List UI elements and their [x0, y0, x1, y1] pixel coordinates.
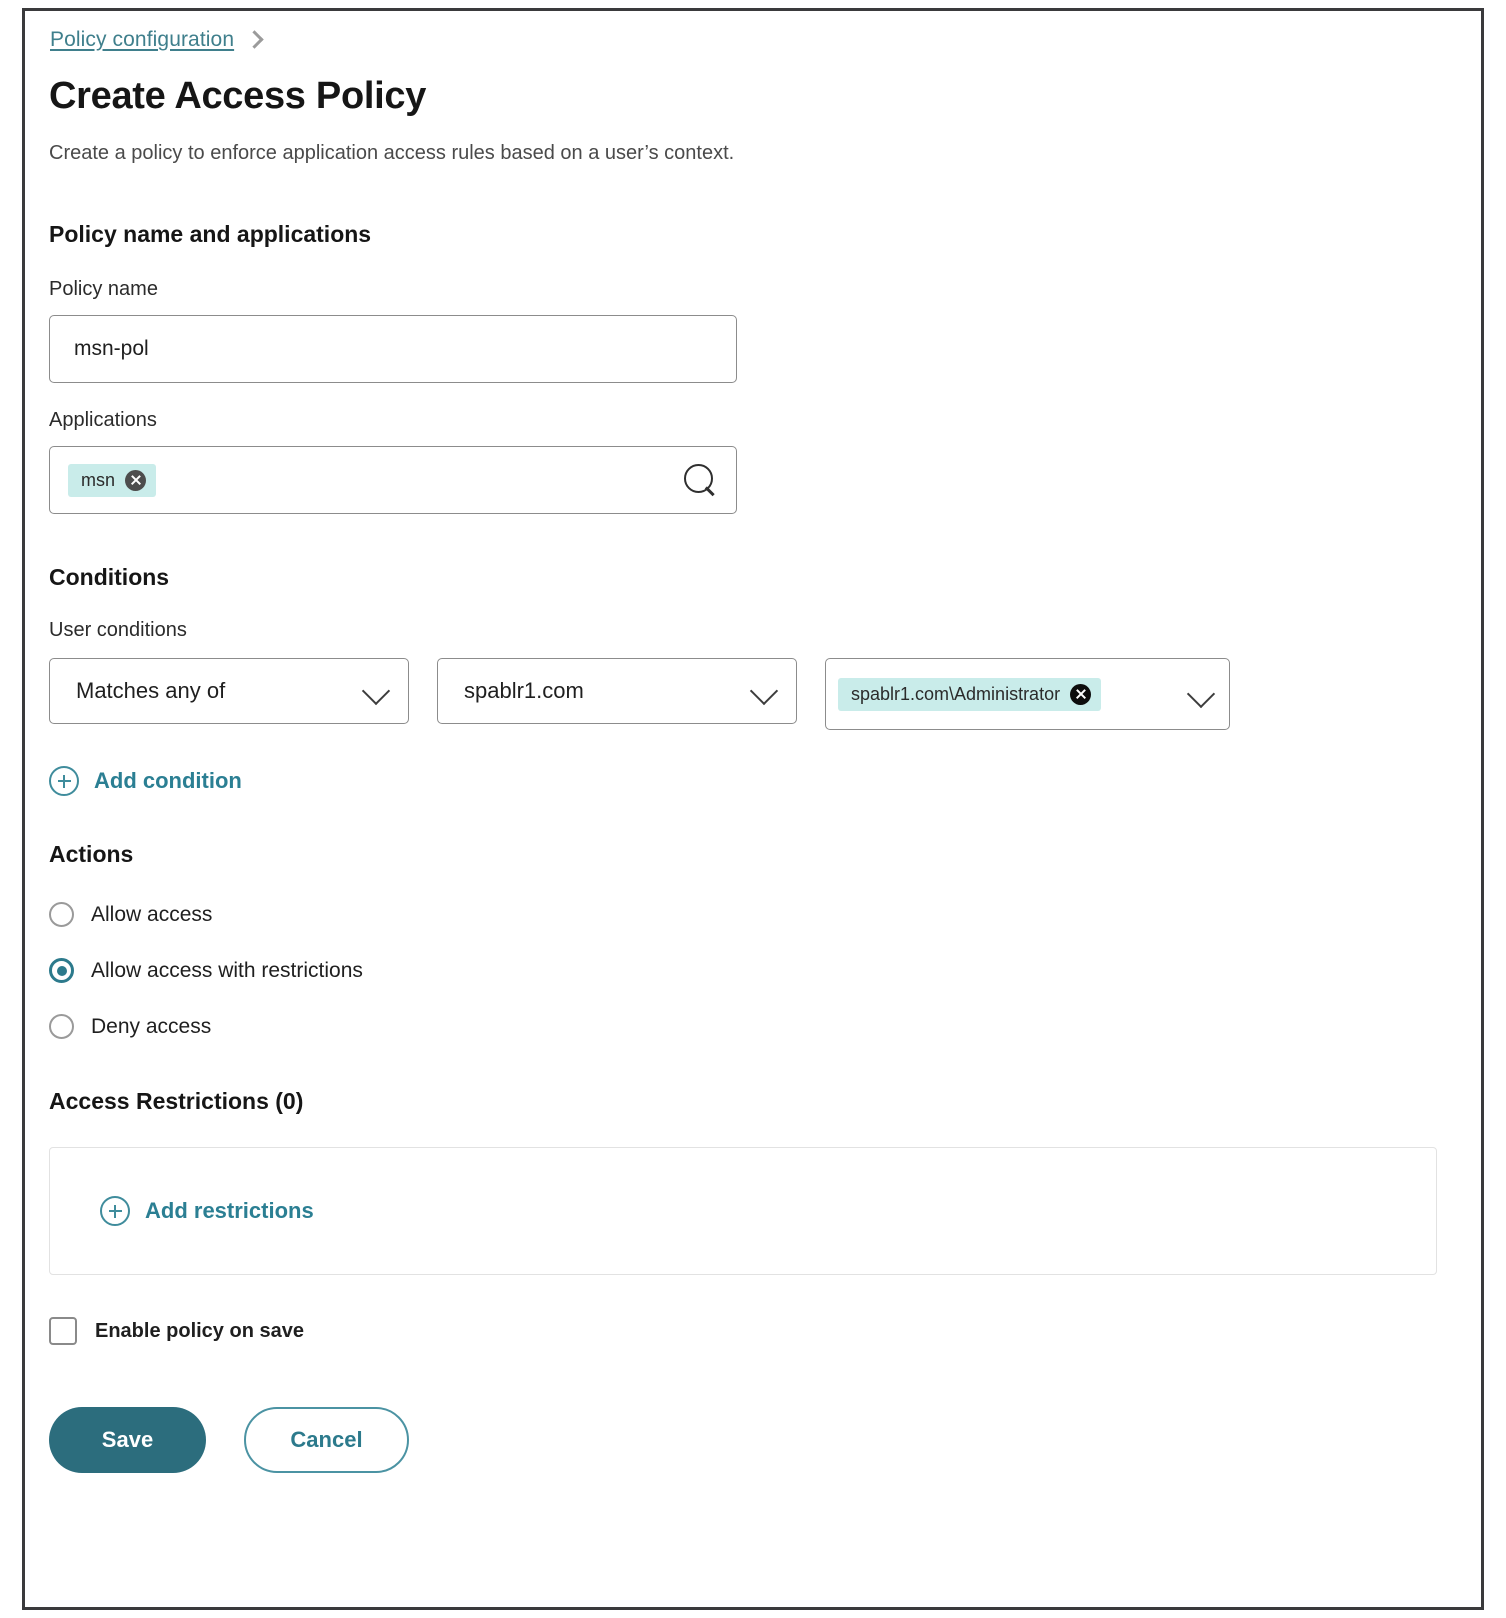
radio-allow-access-with-restrictions[interactable]: Allow access with restrictions: [49, 958, 1481, 983]
dialog-panel: Policy configuration Create Access Polic…: [22, 8, 1484, 1610]
chevron-down-icon: [1189, 682, 1213, 706]
radio-icon-selected: [49, 958, 74, 983]
dialog-content: Policy configuration Create Access Polic…: [49, 23, 1481, 1607]
policy-name-value: msn-pol: [74, 337, 149, 361]
condition-domain-select[interactable]: spablr1.com: [437, 658, 797, 724]
section-title-conditions: Conditions: [49, 564, 1481, 591]
enable-policy-on-save-row[interactable]: Enable policy on save: [49, 1317, 1481, 1345]
condition-match-select[interactable]: Matches any of: [49, 658, 409, 724]
application-chip-msn[interactable]: msn: [68, 464, 156, 497]
radio-allow-access[interactable]: Allow access: [49, 902, 1481, 927]
policy-name-label: Policy name: [49, 278, 1481, 301]
add-restrictions-label: Add restrictions: [145, 1198, 314, 1224]
radio-icon: [49, 902, 74, 927]
chevron-down-icon: [364, 679, 388, 703]
breadcrumb: Policy configuration: [50, 23, 1481, 57]
add-condition-button[interactable]: Add condition: [49, 766, 242, 796]
condition-match-select-value: Matches any of: [76, 678, 225, 704]
chevron-right-icon: [245, 30, 263, 48]
user-chip-label: spablr1.com\Administrator: [851, 684, 1060, 705]
add-condition-label: Add condition: [94, 768, 242, 794]
section-title-actions: Actions: [49, 841, 1481, 868]
chevron-down-icon: [752, 679, 776, 703]
page-subtitle: Create a policy to enforce application a…: [49, 142, 1481, 165]
user-chip[interactable]: spablr1.com\Administrator: [838, 678, 1101, 711]
condition-domain-select-value: spablr1.com: [464, 678, 584, 704]
enable-policy-on-save-label: Enable policy on save: [95, 1320, 304, 1343]
add-restrictions-button[interactable]: Add restrictions: [100, 1196, 314, 1226]
condition-user-select[interactable]: spablr1.com\Administrator: [825, 658, 1230, 730]
access-restrictions-box: Add restrictions: [49, 1147, 1437, 1275]
checkbox-icon[interactable]: [49, 1317, 77, 1345]
breadcrumb-link-policy-configuration[interactable]: Policy configuration: [50, 28, 234, 52]
radio-allow-access-with-restrictions-label: Allow access with restrictions: [91, 959, 363, 983]
radio-icon: [49, 1014, 74, 1039]
radio-deny-access[interactable]: Deny access: [49, 1014, 1481, 1039]
radio-allow-access-label: Allow access: [91, 903, 212, 927]
save-button[interactable]: Save: [49, 1407, 206, 1473]
section-title-access-restrictions: Access Restrictions (0): [49, 1088, 1481, 1115]
applications-label: Applications: [49, 409, 1481, 432]
page-title: Create Access Policy: [49, 75, 1481, 118]
plus-circle-icon: [49, 766, 79, 796]
application-chip-label: msn: [81, 470, 115, 491]
cancel-button[interactable]: Cancel: [244, 1407, 409, 1473]
user-conditions-row: Matches any of spablr1.com spablr1.com\A…: [49, 658, 1481, 730]
radio-deny-access-label: Deny access: [91, 1015, 211, 1039]
remove-chip-icon[interactable]: [1070, 684, 1091, 705]
remove-chip-icon[interactable]: [125, 470, 146, 491]
footer-actions: Save Cancel: [49, 1407, 1481, 1473]
plus-circle-icon: [100, 1196, 130, 1226]
section-title-policy-name-and-applications: Policy name and applications: [49, 221, 1481, 248]
policy-name-input[interactable]: msn-pol: [49, 315, 737, 383]
applications-input[interactable]: msn: [49, 446, 737, 514]
user-conditions-label: User conditions: [49, 619, 1481, 642]
search-icon[interactable]: [682, 463, 716, 497]
